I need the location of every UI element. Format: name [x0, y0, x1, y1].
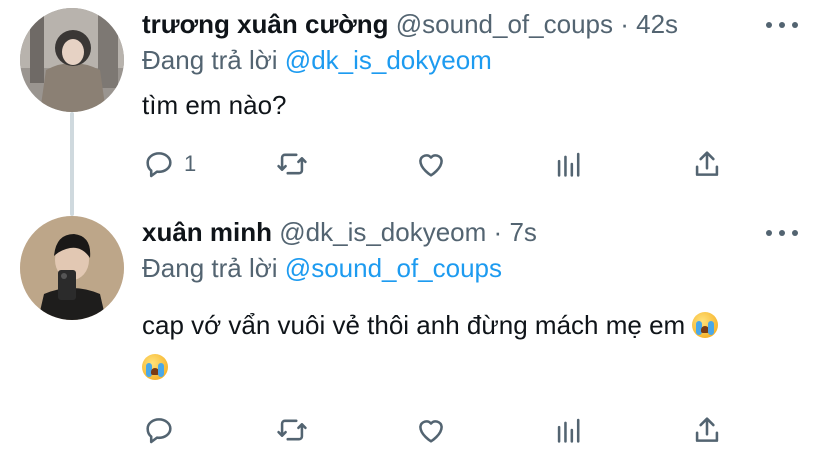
reply-prefix: Đang trả lời [142, 45, 278, 75]
tweet-header: xuân minh @dk_is_dokyeom · 7s [142, 216, 537, 248]
tweet-header: trương xuân cường @sound_of_coups · 42s [142, 8, 678, 40]
like-button[interactable] [414, 412, 448, 448]
retweet-button[interactable] [274, 146, 310, 182]
reply-button[interactable] [142, 412, 184, 448]
reply-to-mention[interactable]: @dk_is_dokyeom [285, 45, 492, 75]
share-icon [695, 417, 719, 442]
reply-prefix: Đang trả lời [142, 253, 278, 283]
reply-icon [146, 418, 172, 444]
analytics-button[interactable] [552, 146, 586, 182]
share-button[interactable] [690, 146, 724, 182]
reply-context: Đang trả lời @sound_of_coups [142, 252, 502, 284]
reply-button[interactable]: 1 [142, 146, 196, 182]
tweet-text: cap vớ vẩn vuôi vẻ thôi anh đừng mách mẹ… [142, 304, 792, 388]
share-icon [695, 151, 719, 176]
tweet-2[interactable]: xuân minh @dk_is_dokyeom · 7s Đang trả l… [0, 208, 828, 457]
more-icon[interactable] [766, 20, 798, 30]
display-name[interactable]: trương xuân cường [142, 9, 389, 39]
tweet-1[interactable]: trương xuân cường @sound_of_coups · 42s … [0, 0, 828, 200]
display-name[interactable]: xuân minh [142, 217, 272, 247]
reply-to-mention[interactable]: @sound_of_coups [285, 253, 502, 283]
more-icon[interactable] [766, 228, 798, 238]
crying-face-emoji-icon [692, 312, 719, 338]
avatar[interactable] [20, 8, 124, 112]
heart-icon [419, 154, 443, 177]
analytics-icon [557, 418, 580, 443]
avatar[interactable] [20, 216, 124, 320]
crying-face-emoji-icon [142, 354, 168, 380]
like-button[interactable] [414, 146, 448, 182]
retweet-button[interactable] [274, 412, 310, 448]
separator: · [620, 9, 629, 39]
timestamp[interactable]: 7s [509, 217, 536, 247]
tweet-text: tìm em nào? [142, 90, 287, 120]
tweet-text-content: cap vớ vẩn vuôi vẻ thôi anh đừng mách mẹ… [142, 310, 686, 340]
user-handle[interactable]: @sound_of_coups [396, 9, 613, 39]
reply-icon [146, 152, 172, 178]
retweet-icon [277, 153, 307, 175]
action-bar: 1 [142, 146, 742, 182]
analytics-icon [557, 152, 580, 177]
user-handle[interactable]: @dk_is_dokyeom [279, 217, 486, 247]
reply-context: Đang trả lời @dk_is_dokyeom [142, 44, 492, 76]
share-button[interactable] [690, 412, 724, 448]
timestamp[interactable]: 42s [636, 9, 678, 39]
retweet-icon [277, 419, 307, 441]
action-bar [142, 412, 742, 448]
separator: · [493, 217, 503, 247]
reply-count: 1 [184, 151, 197, 176]
analytics-button[interactable] [552, 412, 586, 448]
heart-icon [419, 420, 443, 443]
